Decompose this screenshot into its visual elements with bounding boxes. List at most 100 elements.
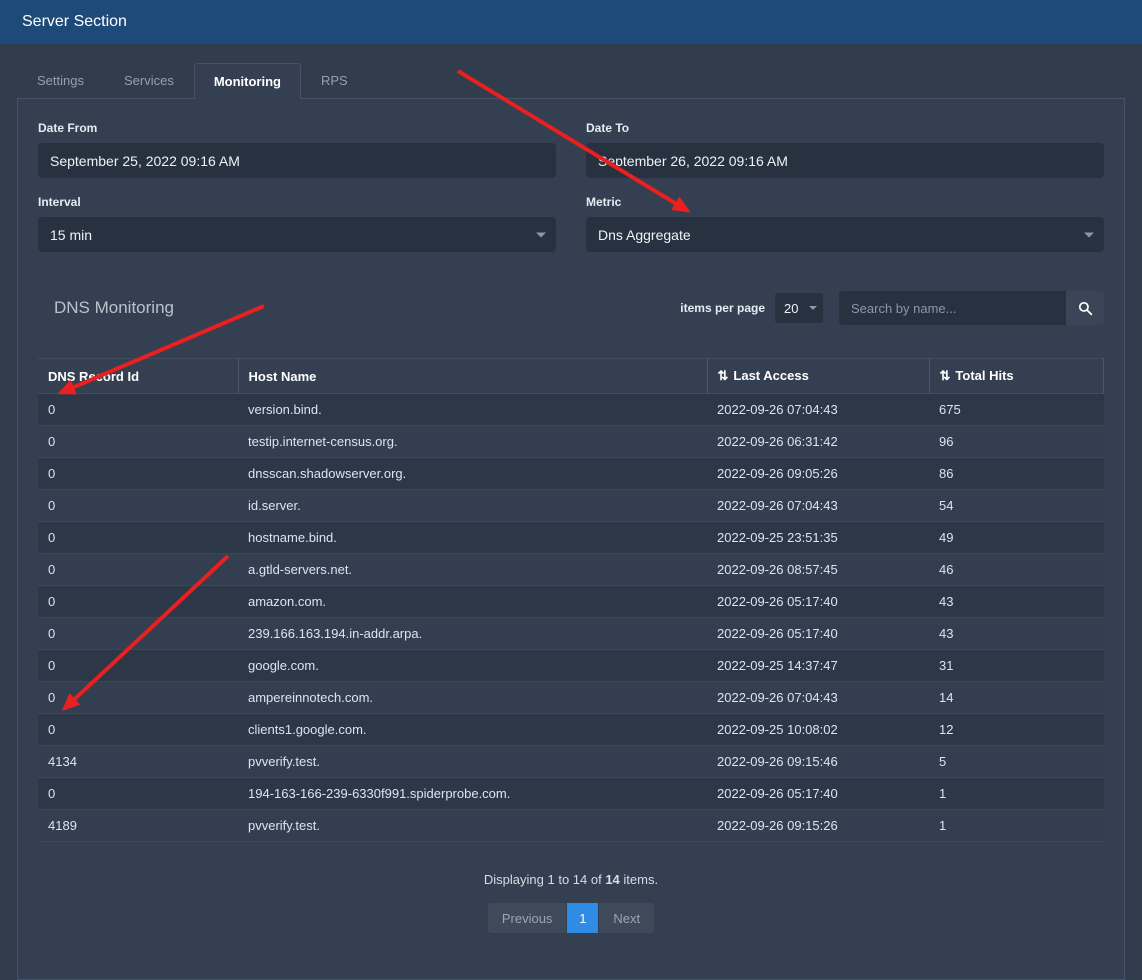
sort-icon: ⇅ [940, 368, 951, 383]
date-from-input[interactable] [38, 143, 556, 178]
table-row: 0239.166.163.194.in-addr.arpa.2022-09-26… [38, 618, 1104, 650]
filter-form: Date From Date To Interval 15 min Metric… [38, 121, 1104, 252]
cell-last-access: 2022-09-26 09:15:26 [707, 810, 929, 842]
table-row: 0hostname.bind.2022-09-25 23:51:3549 [38, 522, 1104, 554]
cell-host-name: id.server. [238, 490, 707, 522]
results-summary: Displaying 1 to 14 of 14 items. [38, 872, 1104, 887]
cell-last-access: 2022-09-26 08:57:45 [707, 554, 929, 586]
cell-total-hits: 31 [929, 650, 1104, 682]
cell-last-access: 2022-09-26 09:15:46 [707, 746, 929, 778]
cell-dns-record-id: 0 [38, 778, 238, 810]
cell-dns-record-id: 4134 [38, 746, 238, 778]
items-per-page-value: 20 [784, 301, 798, 316]
cell-host-name: pvverify.test. [238, 810, 707, 842]
search-button[interactable] [1066, 291, 1104, 325]
interval-value: 15 min [50, 227, 92, 243]
cell-last-access: 2022-09-26 09:05:26 [707, 458, 929, 490]
cell-host-name: hostname.bind. [238, 522, 707, 554]
cell-host-name: clients1.google.com. [238, 714, 707, 746]
tab-services[interactable]: Services [104, 62, 194, 98]
table-row: 0id.server.2022-09-26 07:04:4354 [38, 490, 1104, 522]
cell-dns-record-id: 0 [38, 586, 238, 618]
chevron-down-icon [809, 306, 817, 310]
search-input[interactable] [839, 291, 1066, 325]
column-header-last-access[interactable]: ⇅Last Access [707, 359, 929, 394]
metric-label: Metric [586, 195, 1104, 209]
table-row: 0testip.internet-census.org.2022-09-26 0… [38, 426, 1104, 458]
cell-host-name: version.bind. [238, 394, 707, 426]
cell-host-name: pvverify.test. [238, 746, 707, 778]
page-title: Server Section [22, 13, 127, 31]
cell-total-hits: 54 [929, 490, 1104, 522]
table-row: 4189pvverify.test.2022-09-26 09:15:261 [38, 810, 1104, 842]
metric-value: Dns Aggregate [598, 227, 691, 243]
chevron-down-icon [1084, 232, 1094, 237]
cell-dns-record-id: 0 [38, 394, 238, 426]
cell-last-access: 2022-09-26 05:17:40 [707, 618, 929, 650]
date-to-input[interactable] [586, 143, 1104, 178]
items-per-page-select[interactable]: 20 [775, 293, 823, 323]
date-to-label: Date To [586, 121, 1104, 135]
search-box [839, 291, 1104, 325]
table-row: 0google.com.2022-09-25 14:37:4731 [38, 650, 1104, 682]
cell-dns-record-id: 0 [38, 618, 238, 650]
cell-last-access: 2022-09-26 05:17:40 [707, 586, 929, 618]
table-row: 0ampereinnotech.com.2022-09-26 07:04:431… [38, 682, 1104, 714]
interval-select[interactable]: 15 min [38, 217, 556, 252]
column-header-total-hits[interactable]: ⇅Total Hits [929, 359, 1104, 394]
monitoring-panel: Date From Date To Interval 15 min Metric… [17, 98, 1125, 980]
interval-field: Interval 15 min [38, 195, 556, 252]
cell-host-name: dnsscan.shadowserver.org. [238, 458, 707, 490]
cell-host-name: amazon.com. [238, 586, 707, 618]
cell-total-hits: 43 [929, 586, 1104, 618]
date-to-field: Date To [586, 121, 1104, 178]
date-from-label: Date From [38, 121, 556, 135]
cell-total-hits: 86 [929, 458, 1104, 490]
cell-dns-record-id: 0 [38, 490, 238, 522]
cell-total-hits: 1 [929, 778, 1104, 810]
tab-bar: Settings Services Monitoring RPS [0, 62, 1142, 98]
table-row: 0clients1.google.com.2022-09-25 10:08:02… [38, 714, 1104, 746]
table-row: 0194-163-166-239-6330f991.spiderprobe.co… [38, 778, 1104, 810]
cell-dns-record-id: 4189 [38, 810, 238, 842]
cell-host-name: google.com. [238, 650, 707, 682]
table-row: 0version.bind.2022-09-26 07:04:43675 [38, 394, 1104, 426]
previous-page-button[interactable]: Previous [488, 903, 568, 933]
table-row: 0a.gtld-servers.net.2022-09-26 08:57:454… [38, 554, 1104, 586]
table-row: 0amazon.com.2022-09-26 05:17:4043 [38, 586, 1104, 618]
cell-last-access: 2022-09-25 10:08:02 [707, 714, 929, 746]
table-row: 4134pvverify.test.2022-09-26 09:15:465 [38, 746, 1104, 778]
cell-last-access: 2022-09-26 07:04:43 [707, 394, 929, 426]
cell-dns-record-id: 0 [38, 554, 238, 586]
cell-total-hits: 49 [929, 522, 1104, 554]
metric-select[interactable]: Dns Aggregate [586, 217, 1104, 252]
dns-monitoring-table: DNS Record Id Host Name ⇅Last Access ⇅To… [38, 358, 1104, 842]
cell-total-hits: 14 [929, 682, 1104, 714]
cell-total-hits: 5 [929, 746, 1104, 778]
cell-dns-record-id: 0 [38, 714, 238, 746]
column-header-dns-record-id: DNS Record Id [38, 359, 238, 394]
cell-dns-record-id: 0 [38, 522, 238, 554]
tab-monitoring[interactable]: Monitoring [194, 63, 301, 99]
items-per-page-label: items per page [680, 301, 765, 315]
tab-settings[interactable]: Settings [17, 62, 104, 98]
cell-total-hits: 43 [929, 618, 1104, 650]
metric-field: Metric Dns Aggregate [586, 195, 1104, 252]
chevron-down-icon [536, 232, 546, 237]
next-page-button[interactable]: Next [599, 903, 654, 933]
column-header-host-name: Host Name [238, 359, 707, 394]
table-header-row: DNS Record Id Host Name ⇅Last Access ⇅To… [38, 359, 1104, 394]
search-icon [1078, 301, 1093, 316]
tab-rps[interactable]: RPS [301, 62, 368, 98]
cell-last-access: 2022-09-26 05:17:40 [707, 778, 929, 810]
table-section-head: DNS Monitoring items per page 20 [38, 284, 1104, 332]
cell-total-hits: 96 [929, 426, 1104, 458]
header-bar: Server Section [0, 0, 1142, 44]
date-from-field: Date From [38, 121, 556, 178]
table-body: 0version.bind.2022-09-26 07:04:436750tes… [38, 394, 1104, 842]
cell-host-name: a.gtld-servers.net. [238, 554, 707, 586]
page-1-button[interactable]: 1 [567, 903, 599, 933]
section-title: DNS Monitoring [54, 298, 174, 318]
cell-last-access: 2022-09-25 23:51:35 [707, 522, 929, 554]
cell-last-access: 2022-09-26 06:31:42 [707, 426, 929, 458]
